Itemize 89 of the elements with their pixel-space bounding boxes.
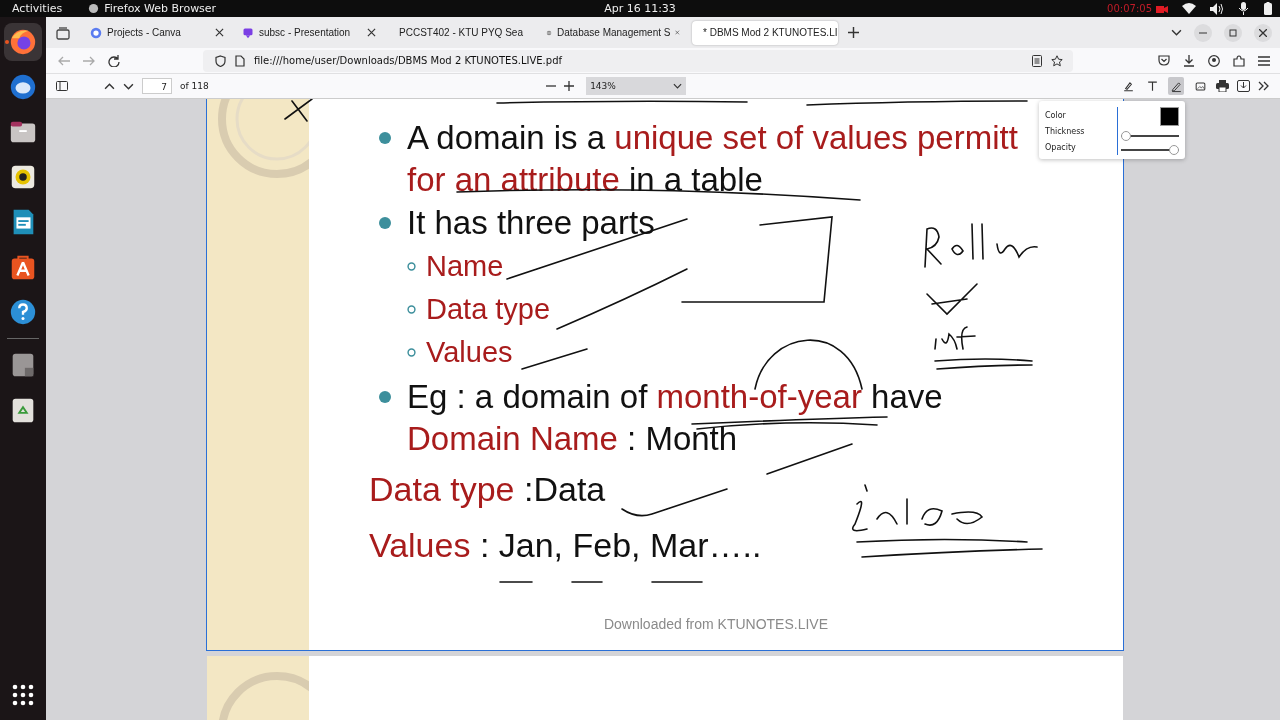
app-menu[interactable]: Firefox Web Browser	[88, 2, 217, 15]
browser-tab[interactable]: * DBMS Mod 2 KTUNOTES.LI	[692, 20, 838, 45]
battery-icon[interactable]	[1264, 2, 1272, 15]
thickness-slider[interactable]	[1121, 130, 1179, 141]
tab-title: * DBMS Mod 2 KTUNOTES.LI	[703, 27, 838, 38]
tab-title: Database Management S	[557, 27, 671, 38]
tab-title: PCCST402 - KTU PYQ Sea	[399, 27, 523, 38]
browser-tab[interactable]: subsc - Presentation	[236, 20, 382, 45]
image-icon	[1193, 79, 1207, 93]
mail-icon	[8, 72, 38, 102]
dock-item[interactable]	[4, 23, 42, 61]
bullet-icon	[379, 216, 391, 229]
chevron-up-icon[interactable]	[104, 82, 115, 90]
star-icon[interactable]	[1051, 54, 1063, 67]
volume-icon[interactable]	[1210, 2, 1224, 15]
save-icon[interactable]	[1237, 80, 1250, 92]
browser-tab[interactable]: Projects - Canva	[84, 20, 230, 45]
pocket-icon[interactable]	[1158, 55, 1170, 66]
bullet-icon	[407, 305, 416, 314]
page-icon	[235, 54, 245, 67]
chevron-down-icon[interactable]	[123, 82, 134, 90]
chevron-down-icon[interactable]	[1171, 29, 1182, 36]
color-swatch[interactable]	[1160, 107, 1179, 126]
reload-icon[interactable]	[108, 54, 120, 67]
setting-label: Thickness	[1045, 126, 1086, 136]
download-icon[interactable]	[1183, 54, 1195, 67]
browser-tab[interactable]: PCCST402 - KTU PYQ Sea	[388, 20, 534, 45]
setting-label: Color	[1045, 110, 1067, 120]
more-tools-icon[interactable]	[1258, 81, 1270, 91]
maximize-button[interactable]	[1224, 23, 1242, 42]
bullet-icon	[407, 348, 416, 357]
tab-title: subsc - Presentation	[259, 27, 352, 38]
activities-button[interactable]: Activities	[12, 2, 63, 15]
minimize-button[interactable]	[1194, 23, 1212, 42]
close-icon[interactable]	[215, 28, 224, 37]
zoom-dropdown[interactable]: 143%	[586, 77, 687, 95]
browser-tab[interactable]: Database Management S	[540, 20, 686, 45]
slide-text: A domain is a unique set of values permitt	[407, 118, 1018, 157]
site-icon	[90, 26, 102, 39]
bullet-icon	[379, 390, 391, 403]
text-tool-icon	[1145, 79, 1159, 93]
print-icon[interactable]	[1216, 80, 1229, 92]
chevron-down-icon	[673, 83, 683, 89]
bullet-icon	[407, 262, 416, 271]
bullet-icon	[379, 131, 391, 144]
microphone-icon[interactable]	[1238, 2, 1250, 15]
restore-icon	[1229, 28, 1237, 37]
tab-list-icon[interactable]	[56, 25, 70, 40]
highlighter-icon	[1121, 79, 1135, 93]
menu-icon[interactable]	[1258, 55, 1270, 66]
clock[interactable]: Apr 16 11:33	[604, 2, 676, 15]
close-icon[interactable]	[367, 28, 376, 37]
tab-title: Projects - Canva	[107, 27, 182, 38]
close-icon	[1259, 28, 1267, 37]
zoom-in-icon[interactable]	[564, 81, 575, 91]
slide-text: Data type :Data	[369, 469, 606, 509]
camera-icon	[1156, 4, 1168, 13]
help-icon	[8, 297, 38, 327]
slide-text: Name	[426, 250, 504, 283]
url-text: file:///home/user/Downloads/DBMS Mod 2 KTUNOTES.LIVE.pdf	[254, 55, 562, 66]
opacity-slider[interactable]	[1121, 145, 1179, 155]
close-button[interactable]	[1254, 23, 1272, 42]
account-icon[interactable]	[1208, 54, 1220, 67]
address-bar[interactable]: file:///home/user/Downloads/DBMS Mod 2 KTUNOTES.LIVE.pdf	[203, 49, 1073, 72]
minimize-icon	[1199, 31, 1207, 34]
wifi-icon[interactable]	[1182, 3, 1196, 14]
slider-thumb[interactable]	[1121, 130, 1131, 141]
setting-label: Opacity	[1045, 142, 1077, 152]
page-number-field[interactable]: 7	[142, 78, 172, 94]
slide-text: It has three parts	[407, 203, 655, 242]
footer-text: Downloaded from KTUNOTES.LIVE	[603, 616, 829, 632]
shield-icon	[215, 54, 226, 67]
slider-thumb[interactable]	[1169, 145, 1179, 155]
slide-text: Domain Name : Month	[407, 420, 738, 458]
reader-view-icon[interactable]	[1032, 54, 1042, 67]
slide-text: for an attribute in a table	[407, 161, 763, 199]
recording-timer: 00:07:05	[1107, 3, 1152, 14]
new-tab-icon[interactable]	[848, 27, 859, 38]
slide-text: Data type	[426, 293, 551, 326]
pen-icon	[1169, 79, 1183, 93]
sidebar-toggle-icon[interactable]	[56, 81, 68, 91]
page-count: of 118	[180, 81, 209, 91]
slide-text: Values : Jan, Feb, Mar…..	[369, 525, 762, 565]
toolbar-button[interactable]	[1168, 77, 1184, 95]
app-grid-icon[interactable]	[12, 684, 34, 706]
site-icon	[242, 26, 254, 39]
slide-text: Values	[426, 336, 513, 369]
slide-text: Eg : a domain of month-of-year have	[407, 377, 943, 416]
extensions-icon[interactable]	[1233, 54, 1245, 67]
